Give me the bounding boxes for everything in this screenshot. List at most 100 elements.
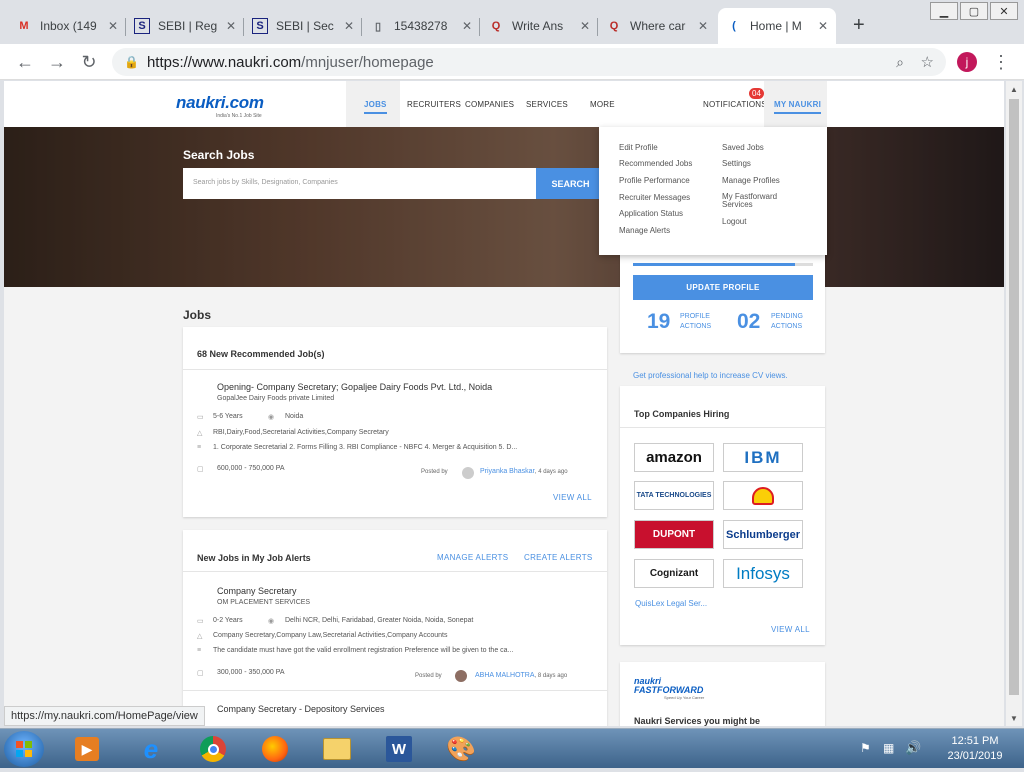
nav-companies[interactable]: COMPANIES — [465, 100, 514, 109]
quora-icon: Q — [491, 20, 501, 32]
menu-edit-profile[interactable]: Edit Profile — [619, 143, 658, 152]
network-icon[interactable]: ▦ — [883, 741, 894, 755]
scroll-up-icon[interactable]: ▲ — [1006, 81, 1022, 97]
url-path: /mnjuser/homepage — [301, 53, 434, 71]
tab-sebi-sec[interactable]: S SEBI | Sec ✕ — [244, 8, 362, 44]
action-center-icon[interactable]: ⚑ — [860, 741, 871, 755]
word-icon[interactable]: W — [374, 732, 424, 766]
menu-profile-performance[interactable]: Profile Performance — [619, 176, 690, 185]
nav-jobs[interactable]: JOBS — [364, 100, 387, 114]
close-window-icon[interactable]: ✕ — [990, 2, 1018, 20]
chrome-icon[interactable] — [188, 732, 238, 766]
zoom-icon[interactable]: ⌕ — [896, 54, 904, 71]
volume-icon[interactable]: 🔊 — [905, 740, 921, 756]
nav-my-naukri[interactable]: MY NAUKRI — [774, 100, 821, 114]
briefcase-icon: ▭ — [197, 414, 204, 421]
posted-by-name[interactable]: ABHA MALHOTRA — [475, 672, 535, 679]
tab-strip: M Inbox (149 ✕ S SEBI | Reg ✕ S SEBI | S… — [0, 0, 1024, 44]
firefox-icon[interactable] — [250, 732, 300, 766]
paint-icon[interactable]: 🎨 — [436, 732, 486, 766]
menu-recommended-jobs[interactable]: Recommended Jobs — [619, 159, 692, 168]
pending-actions-label[interactable]: PENDING ACTIONS — [771, 312, 803, 332]
scroll-thumb[interactable] — [1009, 99, 1019, 695]
nav-notifications[interactable]: NOTIFICATIONS — [703, 100, 767, 109]
menu-fastforward-services[interactable]: My Fastforward Services — [722, 193, 797, 209]
menu-settings[interactable]: Settings — [722, 159, 751, 168]
job-title[interactable]: Opening- Company Secretary; Gopaljee Dai… — [217, 382, 492, 392]
company-logo-amazon[interactable]: amazon — [634, 443, 714, 472]
company-quislex[interactable]: QuisLex Legal Ser... — [635, 599, 707, 608]
menu-manage-profiles[interactable]: Manage Profiles — [722, 176, 780, 185]
menu-dots-icon[interactable]: ⋮ — [990, 51, 1012, 73]
lock-icon: 🔒 — [124, 55, 139, 69]
company-logo-dupont[interactable]: DUPONT — [634, 520, 714, 549]
page-scrollbar[interactable]: ▲ ▼ — [1006, 81, 1022, 726]
company-logo-infosys[interactable]: Infosys — [723, 559, 803, 588]
menu-application-status[interactable]: Application Status — [619, 209, 683, 218]
posted-by-name[interactable]: Priyanka Bhaskar — [480, 468, 535, 475]
pending-actions-count[interactable]: 02 — [737, 310, 760, 334]
site-header: naukri.com India's No.1 Job Site JOBS RE… — [4, 81, 1004, 127]
close-icon[interactable]: ✕ — [818, 19, 828, 33]
media-player-icon[interactable]: ▶ — [62, 732, 112, 766]
close-icon[interactable]: ✕ — [698, 19, 708, 33]
job-description: 1. Corporate Secretarial 2. Forms Fillin… — [213, 444, 518, 451]
internet-explorer-icon[interactable]: e — [126, 732, 176, 766]
view-all-recommended[interactable]: VIEW ALL — [553, 493, 592, 502]
start-button[interactable] — [4, 731, 44, 767]
naukri-logo[interactable]: naukri.com India's No.1 Job Site — [176, 93, 264, 119]
profile-actions-count[interactable]: 19 — [647, 310, 670, 334]
company-logo-ibm[interactable]: IBM — [723, 443, 803, 472]
nav-services[interactable]: SERVICES — [526, 100, 568, 109]
tab-quora-write[interactable]: Q Write Ans ✕ — [480, 8, 598, 44]
nav-recruiters[interactable]: RECRUITERS — [407, 100, 461, 109]
close-icon[interactable]: ✕ — [462, 19, 472, 33]
company-logo-tata[interactable]: TATA TECHNOLOGIES — [634, 481, 714, 510]
job-title[interactable]: Company Secretary — [217, 586, 297, 596]
tab-sebi-reg[interactable]: S SEBI | Reg ✕ — [126, 8, 244, 44]
close-icon[interactable]: ✕ — [344, 19, 354, 33]
minimize-icon[interactable]: ▁ — [930, 2, 958, 20]
nav-more[interactable]: MORE — [590, 100, 615, 109]
close-icon[interactable]: ✕ — [226, 19, 236, 33]
profile-actions-label[interactable]: PROFILE ACTIONS — [680, 312, 711, 332]
company-logo-schlumberger[interactable]: Schlumberger — [723, 520, 803, 549]
scroll-down-icon[interactable]: ▼ — [1006, 710, 1022, 726]
tab-naukri-home[interactable]: ( Home | M ✕ — [718, 8, 836, 44]
close-icon[interactable]: ✕ — [108, 19, 118, 33]
bookmark-star-icon[interactable]: ☆ — [921, 53, 934, 71]
tab-quora-where[interactable]: Q Where car ✕ — [598, 8, 716, 44]
company-logo-cognizant[interactable]: Cognizant — [634, 559, 714, 588]
manage-alerts-link[interactable]: MANAGE ALERTS — [437, 553, 508, 562]
job-location: Delhi NCR, Delhi, Faridabad, Greater Noi… — [285, 617, 474, 624]
profile-avatar[interactable]: j — [957, 52, 977, 72]
recommended-jobs-card: 68 New Recommended Job(s) Opening- Compa… — [183, 327, 607, 517]
back-icon[interactable]: ← — [14, 51, 36, 73]
tab-document[interactable]: ▯ 15438278 ✕ — [362, 8, 480, 44]
taskbar-clock[interactable]: 12:51 PM 23/01/2019 — [935, 734, 1015, 764]
job-search-input[interactable]: Search jobs by Skills, Designation, Comp… — [183, 168, 536, 199]
new-tab-icon[interactable]: + — [853, 14, 865, 37]
close-icon[interactable]: ✕ — [580, 19, 590, 33]
file-explorer-icon[interactable] — [312, 732, 362, 766]
job-title[interactable]: Company Secretary - Depository Services — [217, 704, 385, 714]
company-logo-shell[interactable] — [723, 481, 803, 510]
job-experience: 0-2 Years — [213, 617, 243, 624]
create-alerts-link[interactable]: CREATE ALERTS — [524, 553, 593, 562]
cv-help-link[interactable]: Get professional help to increase CV vie… — [633, 371, 788, 380]
menu-manage-alerts[interactable]: Manage Alerts — [619, 226, 670, 235]
menu-logout[interactable]: Logout — [722, 217, 746, 226]
view-all-companies[interactable]: VIEW ALL — [771, 625, 810, 634]
update-profile-button[interactable]: UPDATE PROFILE — [633, 275, 813, 300]
tab-gmail[interactable]: M Inbox (149 ✕ — [8, 8, 126, 44]
services-title: Naukri Services you might be — [634, 716, 761, 726]
gmail-icon: M — [19, 20, 29, 32]
menu-recruiter-messages[interactable]: Recruiter Messages — [619, 193, 690, 202]
reload-icon[interactable]: ↻ — [78, 51, 100, 73]
forward-icon[interactable]: → — [46, 51, 68, 73]
maximize-icon[interactable]: ▢ — [960, 2, 988, 20]
search-button[interactable]: SEARCH — [536, 168, 605, 199]
address-bar[interactable]: 🔒 https://www.naukri.com/mnjuser/homepag… — [112, 48, 946, 76]
recommended-header[interactable]: 68 New Recommended Job(s) — [197, 349, 325, 359]
menu-saved-jobs[interactable]: Saved Jobs — [722, 143, 764, 152]
